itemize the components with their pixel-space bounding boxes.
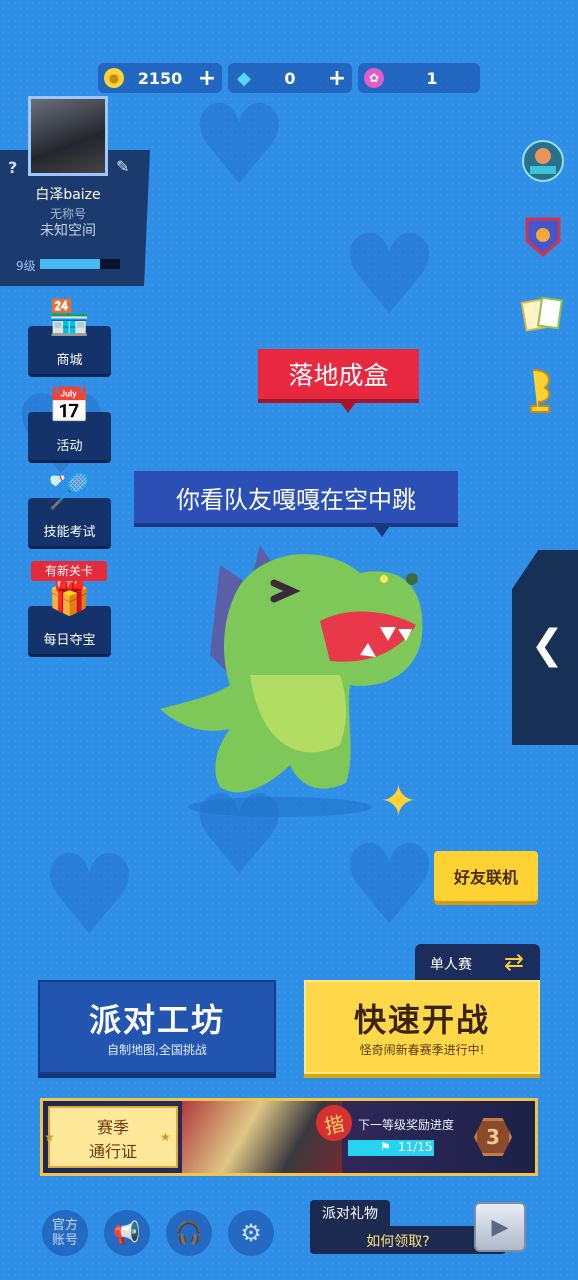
chevron-left-icon[interactable]: ❮	[530, 622, 564, 668]
shield-badge-icon[interactable]	[520, 214, 566, 260]
headset-icon[interactable]: 🎧	[166, 1210, 212, 1256]
speech-bubble-blue: 你看队友嘎嘎在空中跳	[134, 471, 458, 523]
flag-icon: ⚑	[380, 1140, 391, 1154]
help-icon[interactable]: ?	[8, 158, 17, 177]
trophy-icon[interactable]	[520, 368, 566, 414]
solo-mode-label: 单人赛	[430, 957, 472, 973]
megaphone-icon[interactable]: 📢	[104, 1210, 150, 1256]
season-pass-line1: 赛季	[96, 1118, 129, 1137]
gem-counter[interactable]: ◆ 0 +	[228, 63, 352, 93]
gem-value: 0	[284, 68, 296, 88]
token-counter[interactable]: ✿ 1	[358, 63, 480, 93]
activity-label: 活动	[56, 439, 83, 454]
xp-bar-fill	[40, 259, 100, 269]
coin-icon: ●	[104, 68, 124, 88]
sparkle-star-icon: ✦	[380, 776, 417, 827]
gear-icon[interactable]: ⚙	[228, 1210, 274, 1256]
token-icon: ✿	[364, 68, 384, 88]
official-account-label-line2: 账号	[51, 1233, 78, 1248]
reward-progress-text: 11/15	[398, 1140, 433, 1154]
shop-label: 商城	[56, 353, 83, 368]
background-heart: ♥	[340, 211, 439, 339]
speech-bubble-red-tail	[338, 399, 358, 413]
player-space: 未知空间	[40, 223, 96, 239]
treasure-chest-icon: 🎁	[48, 578, 91, 618]
background-heart: ♥	[190, 81, 289, 209]
next-reward-label: 下一等级奖励进度	[358, 1118, 455, 1132]
official-account-label-line1: 官方	[51, 1218, 78, 1233]
calendar-icon: 📅	[48, 386, 91, 426]
season-level-value: 3	[486, 1125, 500, 1149]
add-gem-button[interactable]: +	[326, 66, 348, 91]
new-level-badge: 有新关卡	[31, 561, 107, 581]
daily-treasure-label: 每日夺宝	[43, 633, 96, 648]
edit-pencil-icon[interactable]: ✎	[116, 157, 129, 176]
skill-test-label: 技能考试	[43, 525, 96, 540]
coin-value: 2150	[137, 68, 183, 88]
season-pass-line2: 通行证	[88, 1142, 137, 1161]
speech-bubble-red: 落地成盒	[258, 349, 419, 399]
coin-counter[interactable]: ● 2150 +	[98, 63, 222, 93]
how-to-claim-link[interactable]: 如何领取?	[310, 1231, 486, 1251]
background-heart: ♥	[340, 821, 439, 949]
background-heart: ♥	[40, 831, 139, 959]
diamond-icon: ◆	[237, 67, 251, 89]
player-name: 白泽baize	[35, 187, 101, 203]
shop-icon: 🏪	[48, 298, 91, 338]
season-badge-text: 揩	[322, 1110, 347, 1139]
add-coin-button[interactable]: +	[196, 66, 218, 91]
quick-battle-subtitle: 怪奇闹新春赛季进行中!	[359, 1043, 485, 1057]
party-workshop-title: 派对工坊	[88, 1001, 225, 1039]
quick-battle-title: 快速开战	[353, 1001, 490, 1039]
party-card-icon[interactable]	[520, 138, 566, 184]
player-level: 9级	[16, 259, 36, 273]
skill-icon: 🏸	[48, 472, 91, 512]
avatar[interactable]	[28, 96, 108, 176]
video-chest-icon[interactable]: ▶	[474, 1202, 526, 1252]
party-gift-label: 派对礼物	[310, 1200, 390, 1226]
cards-icon[interactable]	[520, 292, 566, 338]
token-value: 1	[426, 68, 438, 88]
friend-play-button[interactable]: 好友联机	[434, 851, 538, 901]
party-workshop-subtitle: 自制地图,全国挑战	[107, 1043, 207, 1057]
swap-arrows-icon[interactable]: ⇄	[504, 948, 524, 976]
official-account-button[interactable]: 官方 账号	[42, 1210, 88, 1256]
